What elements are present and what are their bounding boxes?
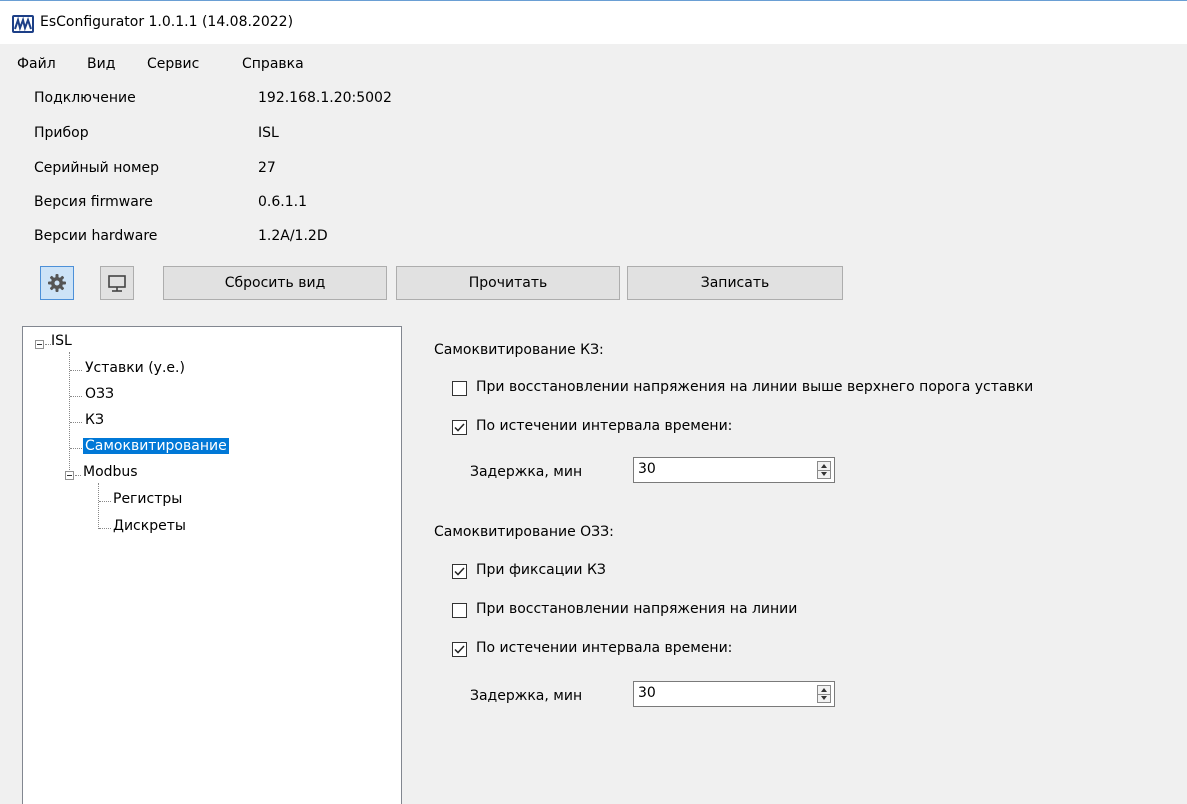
tree-item-ozz[interactable]: ОЗЗ bbox=[85, 386, 114, 402]
ozz-interval-checkbox[interactable] bbox=[452, 642, 467, 657]
kz-section-title: Самоквитирование КЗ: bbox=[434, 342, 604, 358]
settings-button[interactable] bbox=[40, 266, 74, 300]
ozz-voltage-checkbox[interactable] bbox=[452, 603, 467, 618]
ozz-interval-label[interactable]: По истечении интервала времени: bbox=[476, 640, 732, 656]
gear-icon bbox=[48, 274, 66, 292]
tree-item-root[interactable]: ISL bbox=[51, 333, 72, 349]
kz-delay-spinbox[interactable]: 30 bbox=[633, 457, 835, 483]
title-bar: EsConfigurator 1.0.1.1 (14.08.2022) bbox=[0, 0, 1187, 44]
hardware-value: 1.2A/1.2D bbox=[258, 228, 328, 244]
connection-label: Подключение bbox=[34, 90, 136, 106]
ozz-delay-label: Задержка, мин bbox=[470, 688, 583, 704]
tree-connector bbox=[70, 448, 82, 449]
kz-interval-label[interactable]: По истечении интервала времени: bbox=[476, 418, 732, 434]
spin-up-icon[interactable] bbox=[821, 464, 827, 468]
ozz-section-title: Самоквитирование ОЗЗ: bbox=[434, 524, 614, 540]
tree-item-modbus[interactable]: Modbus bbox=[83, 464, 138, 480]
kz-voltage-checkbox[interactable] bbox=[452, 381, 467, 396]
tree-connector bbox=[99, 528, 111, 529]
tree-connector bbox=[98, 483, 99, 529]
tree-connector bbox=[70, 396, 82, 397]
menu-help[interactable]: Справка bbox=[242, 56, 304, 72]
ozz-kz-label[interactable]: При фиксации КЗ bbox=[476, 562, 606, 578]
monitor-icon bbox=[108, 275, 126, 292]
spin-arrows-icon[interactable] bbox=[817, 685, 831, 703]
app-logo-icon bbox=[12, 15, 34, 33]
spin-down-icon[interactable] bbox=[821, 696, 827, 700]
read-button[interactable]: Прочитать bbox=[396, 266, 620, 300]
tree-connector bbox=[70, 422, 82, 423]
checkmark-icon bbox=[454, 645, 465, 654]
ozz-kz-checkbox[interactable] bbox=[452, 564, 467, 579]
kz-voltage-label[interactable]: При восстановлении напряжения на линии в… bbox=[476, 379, 1033, 395]
menu-service[interactable]: Сервис bbox=[147, 56, 199, 72]
kz-delay-label: Задержка, мин bbox=[470, 464, 583, 480]
menu-view[interactable]: Вид bbox=[87, 56, 115, 72]
connection-value: 192.168.1.20:5002 bbox=[258, 90, 392, 106]
spin-divider bbox=[818, 470, 830, 471]
firmware-label: Версия firmware bbox=[34, 194, 153, 210]
write-button[interactable]: Записать bbox=[627, 266, 843, 300]
tree-item-registers[interactable]: Регистры bbox=[113, 491, 182, 507]
tree-connector bbox=[69, 352, 70, 480]
window-title: EsConfigurator 1.0.1.1 (14.08.2022) bbox=[40, 14, 294, 30]
ozz-voltage-label[interactable]: При восстановлении напряжения на линии bbox=[476, 601, 797, 617]
spin-divider bbox=[818, 694, 830, 695]
checkmark-icon bbox=[454, 567, 465, 576]
ozz-delay-value[interactable]: 30 bbox=[638, 685, 656, 701]
device-label: Прибор bbox=[34, 125, 89, 141]
tree-item-settings[interactable]: Уставки (у.е.) bbox=[85, 360, 185, 376]
hardware-label: Версии hardware bbox=[34, 228, 158, 244]
navigation-tree[interactable]: ISL Уставки (у.е.) ОЗЗ КЗ Самоквитирован… bbox=[22, 326, 402, 804]
collapse-icon[interactable] bbox=[35, 340, 44, 349]
tree-item-discretes[interactable]: Дискреты bbox=[113, 518, 186, 534]
menu-file[interactable]: Файл bbox=[17, 56, 56, 72]
firmware-value: 0.6.1.1 bbox=[258, 194, 307, 210]
kz-interval-checkbox[interactable] bbox=[452, 420, 467, 435]
collapse-icon[interactable] bbox=[65, 471, 74, 480]
ozz-delay-spinbox[interactable]: 30 bbox=[633, 681, 835, 707]
reset-view-button[interactable]: Сбросить вид bbox=[163, 266, 387, 300]
checkmark-icon bbox=[454, 423, 465, 432]
tree-connector bbox=[99, 501, 111, 502]
tree-connector bbox=[75, 475, 81, 476]
tree-item-kz[interactable]: КЗ bbox=[85, 412, 104, 428]
spin-down-icon[interactable] bbox=[821, 472, 827, 476]
device-value: ISL bbox=[258, 125, 279, 141]
serial-label: Серийный номер bbox=[34, 160, 160, 176]
tree-connector bbox=[70, 370, 82, 371]
kz-delay-value[interactable]: 30 bbox=[638, 461, 656, 477]
monitor-button[interactable] bbox=[100, 266, 134, 300]
spin-arrows-icon[interactable] bbox=[817, 461, 831, 479]
serial-value: 27 bbox=[258, 160, 276, 176]
spin-up-icon[interactable] bbox=[821, 688, 827, 692]
tree-item-selfack[interactable]: Самоквитирование bbox=[83, 438, 229, 454]
